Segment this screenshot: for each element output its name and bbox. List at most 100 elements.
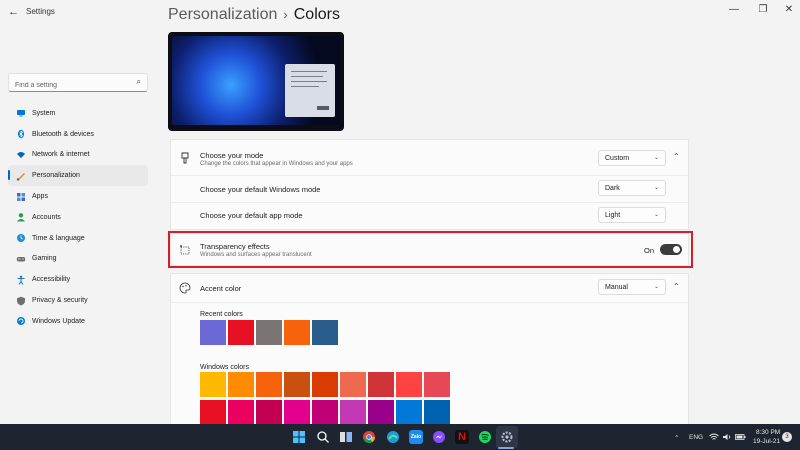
settings-gear-icon[interactable] [500,430,514,444]
windows-mode-value: Dark [605,184,620,192]
battery-tray-icon[interactable] [735,433,746,441]
sidebar-item-label: Privacy & security [32,297,88,305]
sidebar-item-bluetooth[interactable]: Bluetooth & devices [8,124,148,145]
bluetooth-icon [18,129,24,139]
minimize-button[interactable]: — [726,4,742,15]
active-app-indicator [498,447,514,449]
task-view-icon[interactable] [339,430,353,444]
spotify-icon[interactable] [478,430,492,444]
windows-color-swatch[interactable] [284,400,310,425]
mode-card: Choose your mode Change the colors that … [170,139,689,230]
windows-color-swatch[interactable] [340,400,366,425]
paint-brush-icon [181,152,189,164]
sidebar-item-label: Windows Update [32,317,85,325]
title-bar: ← Settings — ❐ ✕ [0,0,800,24]
windows-start-icon[interactable] [292,430,306,444]
mode-description: Change the colors that appear in Windows… [200,161,353,167]
wifi-tray-icon[interactable] [709,433,719,441]
sidebar-item-label: Time & language [32,234,85,242]
gamepad-icon [16,256,26,262]
netflix-icon[interactable]: N [455,430,469,444]
zalo-icon[interactable]: Zalo [409,430,423,444]
sidebar-item-privacy-security[interactable]: Privacy & security [8,290,148,311]
sidebar-item-time-language[interactable]: Time & language [8,228,148,249]
clock-date[interactable]: 19-Jul-21 [753,438,780,445]
windows-color-swatch[interactable] [396,372,422,397]
windows-color-swatch[interactable] [200,372,226,397]
windows-color-swatch[interactable] [340,372,366,397]
chevron-down-icon: ⌄ [653,284,659,290]
mode-title: Choose your mode [200,151,264,160]
search-input[interactable] [9,77,127,94]
sidebar-item-label: Personalization [32,172,80,180]
sidebar-item-accounts[interactable]: Accounts [8,207,148,228]
windows-color-swatch[interactable] [228,372,254,397]
recent-color-swatch[interactable] [284,320,310,345]
windows-color-swatch[interactable] [368,400,394,425]
sidebar-item-network[interactable]: Network & internet [8,145,148,166]
windows-color-swatch[interactable] [424,400,450,425]
windows-mode-dropdown[interactable]: Dark ⌄ [598,180,666,196]
notification-badge[interactable]: 3 [782,432,792,442]
theme-preview [168,32,344,131]
chevron-down-icon: ⌄ [653,212,659,218]
page-title: Colors [293,6,340,23]
collapse-chevron-up-icon[interactable]: ⌃ [673,282,680,291]
recent-color-swatch[interactable] [200,320,226,345]
back-arrow-icon[interactable]: ← [8,6,19,18]
sidebar-item-personalization[interactable]: Personalization [8,165,148,187]
messenger-icon[interactable] [432,430,446,444]
windows-color-swatch[interactable] [228,400,254,425]
clock-time[interactable]: 8:30 PM [756,429,780,436]
wifi-icon [17,151,25,158]
windows-color-swatch[interactable] [312,372,338,397]
window-title: Settings [26,7,55,16]
recent-color-swatch[interactable] [228,320,254,345]
windows-color-swatch[interactable] [424,372,450,397]
maximize-button[interactable]: ❐ [755,4,771,15]
palette-icon [179,282,191,294]
windows-color-swatch[interactable] [368,372,394,397]
windows-color-swatch[interactable] [256,400,282,425]
collapse-chevron-up-icon[interactable]: ⌃ [673,152,680,161]
chrome-icon[interactable] [362,430,376,444]
chevron-down-icon: ⌄ [653,185,659,191]
sidebar-item-label: System [32,109,56,117]
sidebar-item-label: Accounts [32,213,61,221]
edge-icon[interactable] [386,430,400,444]
highlight-box [168,231,693,268]
windows-color-swatch[interactable] [396,400,422,425]
accent-dropdown[interactable]: Manual ⌄ [598,279,666,295]
accent-title: Accent color [200,284,242,293]
search-icon[interactable] [316,430,330,444]
close-button[interactable]: ✕ [781,4,797,15]
breadcrumb-parent[interactable]: Personalization [168,6,277,23]
language-indicator[interactable]: ENG [689,434,703,441]
volume-tray-icon[interactable] [722,433,732,441]
windows-color-swatch[interactable] [256,372,282,397]
recent-color-swatch[interactable] [312,320,338,345]
recent-color-swatch[interactable] [256,320,282,345]
windows-mode-label: Choose your default Windows mode [200,185,321,194]
recent-colors-label: Recent colors [200,311,243,318]
sidebar-item-accessibility[interactable]: Accessibility [8,269,148,290]
windows-color-swatch[interactable] [312,400,338,425]
search-icon[interactable]: ⌕ [137,77,141,87]
accessibility-icon [17,275,25,285]
sidebar-item-label: Accessibility [32,276,71,284]
update-icon [17,317,25,326]
windows-color-swatch[interactable] [284,372,310,397]
windows-color-swatch[interactable] [200,400,226,425]
chevron-up-tray-icon[interactable]: ⌃ [674,434,679,442]
sidebar-item-apps[interactable]: Apps [8,186,148,207]
mode-dropdown[interactable]: Custom ⌄ [598,150,666,166]
sidebar-item-system[interactable]: System [8,103,148,124]
search-box[interactable]: ⌕ [8,73,148,94]
brush-icon [16,172,25,181]
apps-icon [17,192,25,201]
sidebar-item-windows-update[interactable]: Windows Update [8,311,148,332]
sidebar-item-gaming[interactable]: Gaming [8,249,148,270]
app-mode-dropdown[interactable]: Light ⌄ [598,207,666,223]
shield-icon [17,296,25,306]
windows-colors-label: Windows colors [200,364,250,371]
